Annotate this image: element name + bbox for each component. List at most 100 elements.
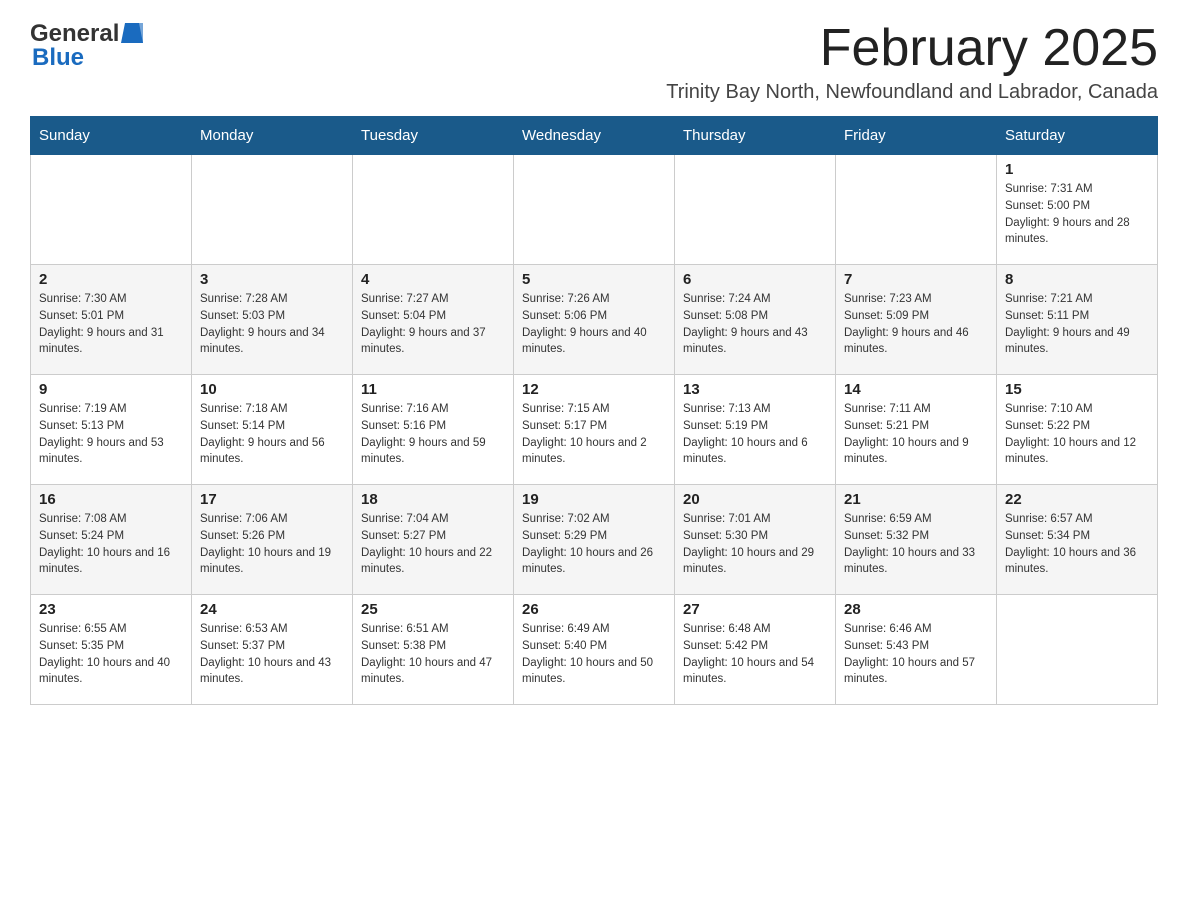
day-number: 22 (1005, 491, 1149, 508)
calendar-cell: 5 Sunrise: 7:26 AMSunset: 5:06 PMDaylight… (514, 265, 675, 375)
column-header-thursday: Thursday (675, 117, 836, 155)
calendar-cell (514, 155, 675, 265)
day-number: 2 (39, 271, 183, 288)
day-info: Sunrise: 7:28 AMSunset: 5:03 PMDaylight:… (200, 291, 344, 358)
day-number: 7 (844, 271, 988, 288)
day-info: Sunrise: 6:51 AMSunset: 5:38 PMDaylight:… (361, 621, 505, 688)
calendar-cell: 23 Sunrise: 6:55 AMSunset: 5:35 PMDayligh… (31, 595, 192, 705)
day-info: Sunrise: 7:16 AMSunset: 5:16 PMDaylight:… (361, 401, 505, 468)
day-info: Sunrise: 7:23 AMSunset: 5:09 PMDaylight:… (844, 291, 988, 358)
day-info: Sunrise: 6:49 AMSunset: 5:40 PMDaylight:… (522, 621, 666, 688)
calendar-week-row: 1 Sunrise: 7:31 AMSunset: 5:00 PMDaylight… (31, 155, 1158, 265)
column-header-sunday: Sunday (31, 117, 192, 155)
day-number: 5 (522, 271, 666, 288)
day-number: 13 (683, 381, 827, 398)
day-info: Sunrise: 7:27 AMSunset: 5:04 PMDaylight:… (361, 291, 505, 358)
day-info: Sunrise: 7:26 AMSunset: 5:06 PMDaylight:… (522, 291, 666, 358)
day-info: Sunrise: 7:21 AMSunset: 5:11 PMDaylight:… (1005, 291, 1149, 358)
main-title: February 2025 (666, 20, 1158, 77)
day-number: 14 (844, 381, 988, 398)
day-info: Sunrise: 7:15 AMSunset: 5:17 PMDaylight:… (522, 401, 666, 468)
day-number: 18 (361, 491, 505, 508)
day-number: 11 (361, 381, 505, 398)
calendar-cell: 11 Sunrise: 7:16 AMSunset: 5:16 PMDayligh… (353, 375, 514, 485)
day-number: 26 (522, 601, 666, 618)
logo-blue-text: Blue (30, 44, 84, 72)
day-number: 8 (1005, 271, 1149, 288)
day-number: 21 (844, 491, 988, 508)
day-number: 24 (200, 601, 344, 618)
calendar-cell: 26 Sunrise: 6:49 AMSunset: 5:40 PMDayligh… (514, 595, 675, 705)
day-number: 4 (361, 271, 505, 288)
subtitle: Trinity Bay North, Newfoundland and Labr… (666, 81, 1158, 104)
day-number: 27 (683, 601, 827, 618)
day-number: 6 (683, 271, 827, 288)
calendar-cell: 28Sunrise: 6:46 AMSunset: 5:43 PMDayligh… (836, 595, 997, 705)
day-info: Sunrise: 7:19 AMSunset: 5:13 PMDaylight:… (39, 401, 183, 468)
day-info: Sunrise: 7:06 AMSunset: 5:26 PMDaylight:… (200, 511, 344, 578)
calendar-cell: 24 Sunrise: 6:53 AMSunset: 5:37 PMDayligh… (192, 595, 353, 705)
day-number: 15 (1005, 381, 1149, 398)
calendar-cell: 7 Sunrise: 7:23 AMSunset: 5:09 PMDaylight… (836, 265, 997, 375)
calendar-cell: 4 Sunrise: 7:27 AMSunset: 5:04 PMDaylight… (353, 265, 514, 375)
calendar-cell (353, 155, 514, 265)
day-info: Sunrise: 7:04 AMSunset: 5:27 PMDaylight:… (361, 511, 505, 578)
day-number: 10 (200, 381, 344, 398)
logo-arrow-icon (121, 23, 143, 48)
calendar-cell: 2 Sunrise: 7:30 AMSunset: 5:01 PMDaylight… (31, 265, 192, 375)
day-number: 20 (683, 491, 827, 508)
calendar-cell: 25 Sunrise: 6:51 AMSunset: 5:38 PMDayligh… (353, 595, 514, 705)
calendar-cell: 8 Sunrise: 7:21 AMSunset: 5:11 PMDaylight… (997, 265, 1158, 375)
calendar-table: SundayMondayTuesdayWednesdayThursdayFrid… (30, 116, 1158, 705)
day-info: Sunrise: 7:30 AMSunset: 5:01 PMDaylight:… (39, 291, 183, 358)
day-info: Sunrise: 7:18 AMSunset: 5:14 PMDaylight:… (200, 401, 344, 468)
day-info: Sunrise: 7:24 AMSunset: 5:08 PMDaylight:… (683, 291, 827, 358)
day-number: 23 (39, 601, 183, 618)
calendar-cell: 19 Sunrise: 7:02 AMSunset: 5:29 PMDayligh… (514, 485, 675, 595)
day-info: Sunrise: 7:31 AMSunset: 5:00 PMDaylight:… (1005, 181, 1149, 248)
calendar-week-row: 2 Sunrise: 7:30 AMSunset: 5:01 PMDaylight… (31, 265, 1158, 375)
day-info: Sunrise: 6:59 AMSunset: 5:32 PMDaylight:… (844, 511, 988, 578)
calendar-cell: 12 Sunrise: 7:15 AMSunset: 5:17 PMDayligh… (514, 375, 675, 485)
calendar-cell: 27Sunrise: 6:48 AMSunset: 5:42 PMDayligh… (675, 595, 836, 705)
calendar-header-row: SundayMondayTuesdayWednesdayThursdayFrid… (31, 117, 1158, 155)
day-number: 3 (200, 271, 344, 288)
day-info: Sunrise: 7:08 AMSunset: 5:24 PMDaylight:… (39, 511, 183, 578)
day-info: Sunrise: 7:01 AMSunset: 5:30 PMDaylight:… (683, 511, 827, 578)
calendar-cell (836, 155, 997, 265)
calendar-cell (675, 155, 836, 265)
day-info: Sunrise: 7:11 AMSunset: 5:21 PMDaylight:… (844, 401, 988, 468)
calendar-cell: 16 Sunrise: 7:08 AMSunset: 5:24 PMDayligh… (31, 485, 192, 595)
day-info: Sunrise: 6:57 AMSunset: 5:34 PMDaylight:… (1005, 511, 1149, 578)
calendar-cell: 10 Sunrise: 7:18 AMSunset: 5:14 PMDayligh… (192, 375, 353, 485)
day-number: 28 (844, 601, 988, 618)
day-number: 17 (200, 491, 344, 508)
day-number: 25 (361, 601, 505, 618)
calendar-cell (997, 595, 1158, 705)
day-info: Sunrise: 6:53 AMSunset: 5:37 PMDaylight:… (200, 621, 344, 688)
calendar-cell: 17 Sunrise: 7:06 AMSunset: 5:26 PMDayligh… (192, 485, 353, 595)
day-number: 16 (39, 491, 183, 508)
calendar-cell: 3 Sunrise: 7:28 AMSunset: 5:03 PMDaylight… (192, 265, 353, 375)
calendar-cell: 9 Sunrise: 7:19 AMSunset: 5:13 PMDaylight… (31, 375, 192, 485)
day-number: 19 (522, 491, 666, 508)
calendar-cell (192, 155, 353, 265)
day-number: 1 (1005, 161, 1149, 178)
day-info: Sunrise: 6:55 AMSunset: 5:35 PMDaylight:… (39, 621, 183, 688)
day-info: Sunrise: 7:10 AMSunset: 5:22 PMDaylight:… (1005, 401, 1149, 468)
calendar-cell: 1 Sunrise: 7:31 AMSunset: 5:00 PMDaylight… (997, 155, 1158, 265)
day-info: Sunrise: 7:02 AMSunset: 5:29 PMDaylight:… (522, 511, 666, 578)
calendar-cell: 21 Sunrise: 6:59 AMSunset: 5:32 PMDayligh… (836, 485, 997, 595)
day-number: 9 (39, 381, 183, 398)
calendar-cell: 22 Sunrise: 6:57 AMSunset: 5:34 PMDayligh… (997, 485, 1158, 595)
title-section: February 2025 Trinity Bay North, Newfoun… (666, 20, 1158, 104)
calendar-week-row: 23 Sunrise: 6:55 AMSunset: 5:35 PMDayligh… (31, 595, 1158, 705)
column-header-saturday: Saturday (997, 117, 1158, 155)
calendar-cell: 13Sunrise: 7:13 AMSunset: 5:19 PMDayligh… (675, 375, 836, 485)
column-header-wednesday: Wednesday (514, 117, 675, 155)
calendar-cell: 6 Sunrise: 7:24 AMSunset: 5:08 PMDaylight… (675, 265, 836, 375)
day-number: 12 (522, 381, 666, 398)
page-header: General Blue February 2025 Trinity Bay N… (30, 20, 1158, 104)
calendar-cell: 15 Sunrise: 7:10 AMSunset: 5:22 PMDayligh… (997, 375, 1158, 485)
calendar-week-row: 16 Sunrise: 7:08 AMSunset: 5:24 PMDayligh… (31, 485, 1158, 595)
